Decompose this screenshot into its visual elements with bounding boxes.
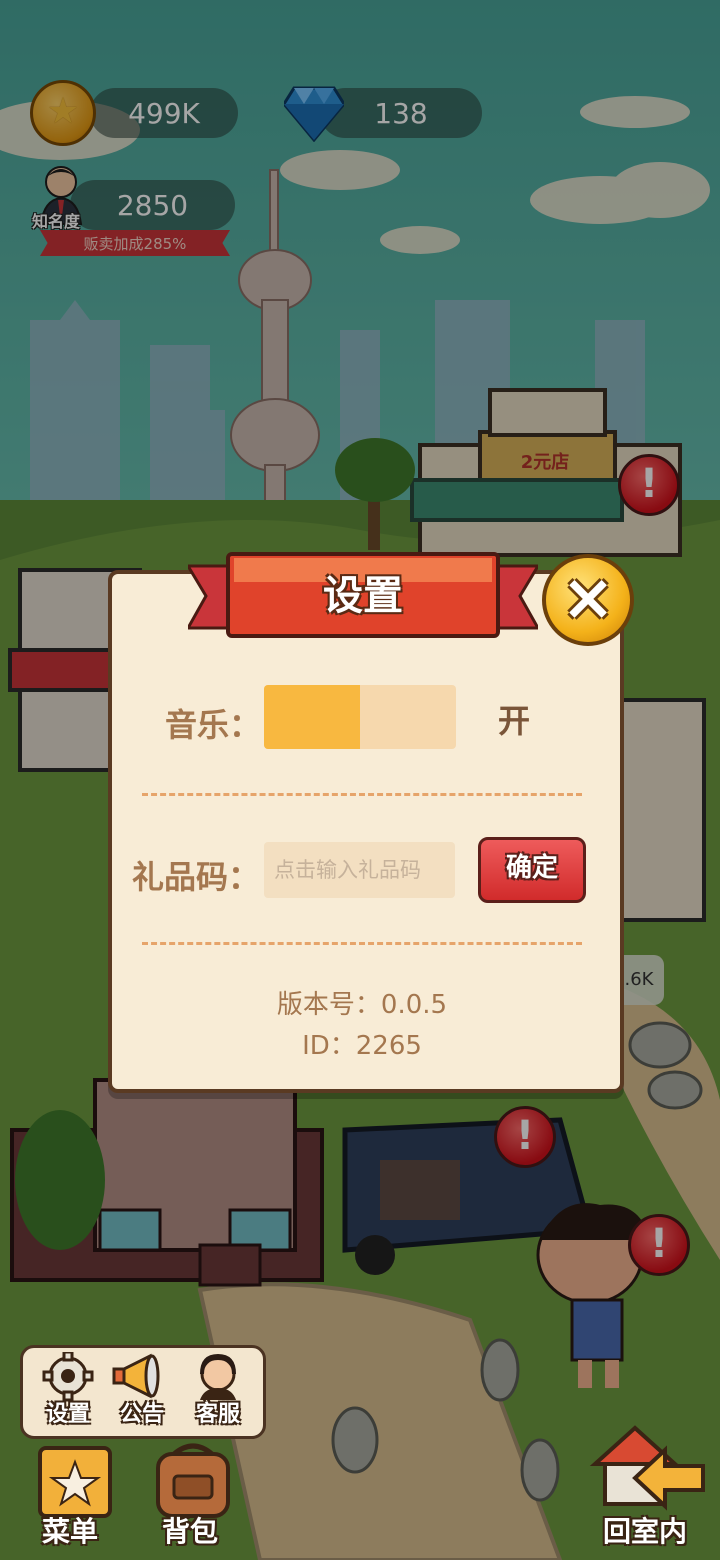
announcement-shortcut[interactable]: 公告 [110,1352,174,1428]
gift-code-input[interactable] [264,842,455,898]
settings-shortcut[interactable]: 设置 [36,1350,100,1428]
bag-button[interactable]: 背包 [130,1440,250,1550]
music-toggle-fill [264,685,360,749]
music-label: 音乐： [165,706,262,744]
bag-label: 背包 [161,1515,218,1548]
submenu-label: 客服 [195,1402,240,1427]
home-label: 回室内 [602,1515,687,1548]
gear-icon [42,1350,94,1402]
megaphone-icon [112,1353,160,1399]
menu-button[interactable]: 菜单 [10,1440,130,1550]
dialog-title: 设置 [323,573,403,619]
divider [142,942,582,945]
submenu-label: 设置 [45,1402,90,1427]
menu-label: 菜单 [41,1515,98,1548]
game-scene: 2元店 499K ★ 138 2850 知名度 贩卖加成285% ! ! ! .… [0,0,720,1560]
divider [142,793,582,796]
music-toggle[interactable] [264,685,456,749]
home-arrow-icon [589,1425,705,1511]
confirm-button[interactable]: 确定 [478,837,586,903]
music-state-label: 开 [498,702,531,740]
backpack-icon [156,1443,230,1518]
submenu-label: 公告 [119,1402,164,1427]
star-book-icon [38,1446,112,1518]
version-text: 版本号：0.0.5 [276,990,448,1020]
home-button[interactable]: 回室内 [585,1420,705,1550]
support-agent-icon [200,1354,236,1400]
user-id-text: ID：2265 [302,1031,422,1061]
support-shortcut[interactable]: 客服 [186,1352,250,1428]
gift-code-label: 礼品码： [132,858,261,896]
close-button[interactable]: × [542,554,634,646]
